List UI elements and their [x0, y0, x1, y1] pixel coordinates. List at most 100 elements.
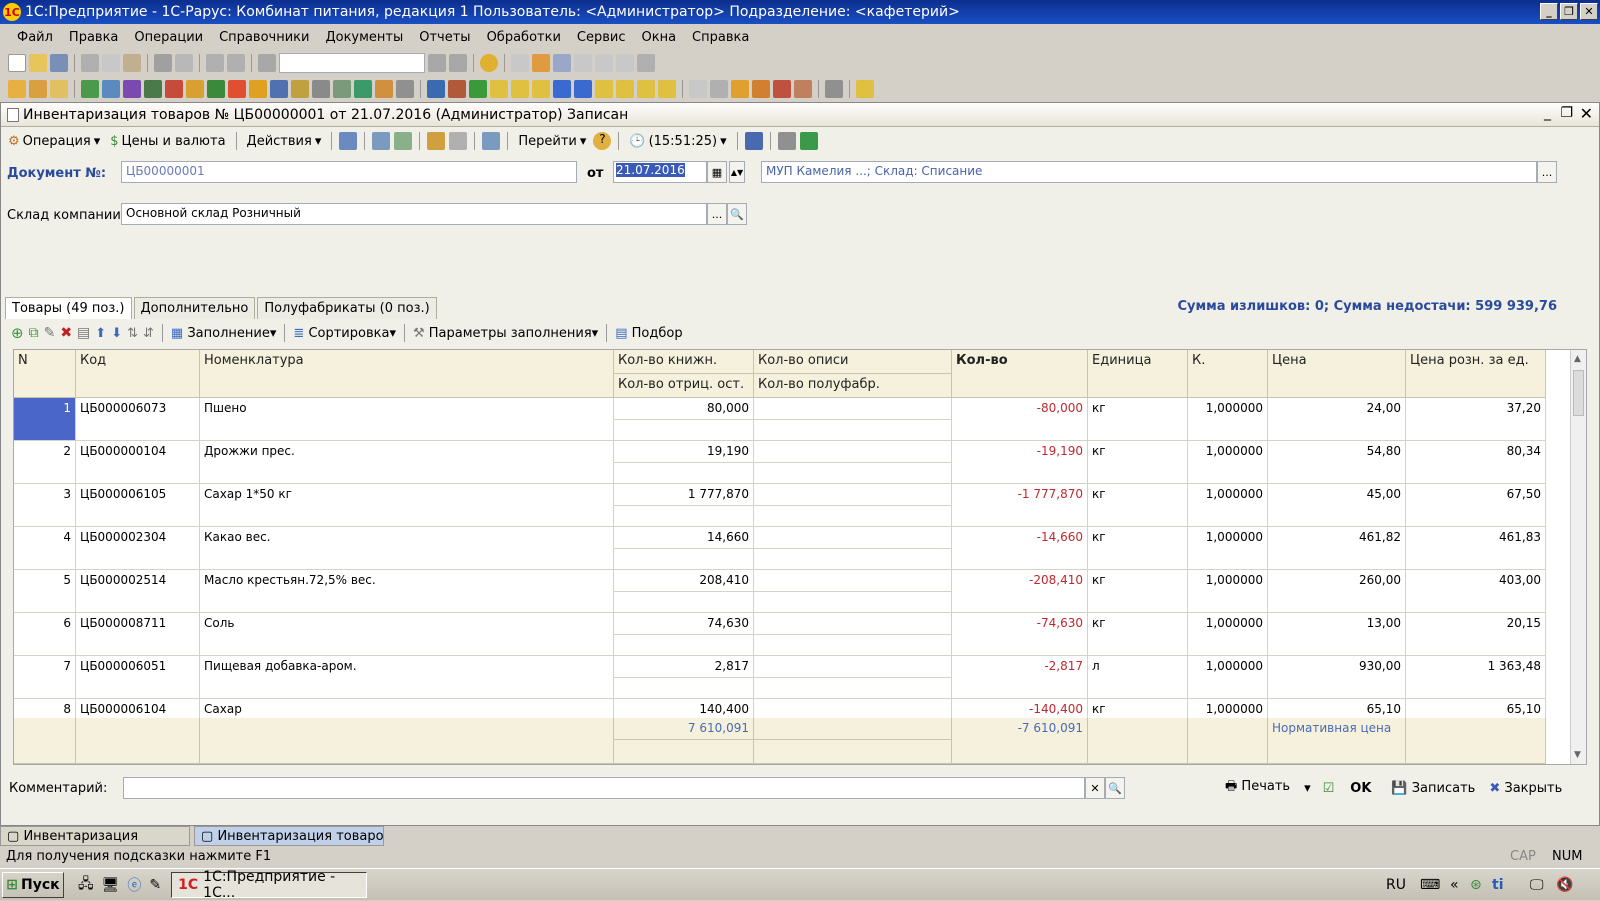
cell-price[interactable]: 54,80 — [1268, 441, 1406, 484]
cell-qty-book[interactable]: 74,630 — [614, 613, 754, 635]
move-down-icon[interactable]: ⬇ — [111, 326, 122, 341]
report-icon[interactable] — [396, 80, 414, 98]
window-tab-inventory-list[interactable]: ▢ Инвентаризация — [0, 826, 190, 846]
restore-button[interactable]: ❐ — [1560, 3, 1578, 20]
cell-n[interactable]: 4 — [14, 527, 76, 570]
cell-code[interactable]: ЦБ000002304 — [76, 527, 200, 570]
cell-retail[interactable]: 80,34 — [1406, 441, 1546, 484]
cell-k[interactable]: 1,000000 — [1188, 441, 1268, 484]
bank-icon[interactable] — [532, 80, 550, 98]
edit-icon[interactable] — [427, 132, 446, 150]
fill-menu-button[interactable]: ▦ Заполнение▾ — [171, 326, 276, 341]
cell-qty-inv[interactable] — [754, 441, 952, 463]
warehouse-field[interactable]: Основной склад Розничный — [121, 203, 707, 225]
find-prev-icon[interactable] — [449, 54, 467, 72]
waybill-out-icon[interactable] — [637, 80, 655, 98]
writeoff-icon[interactable] — [375, 80, 393, 98]
info-icon[interactable] — [480, 54, 498, 72]
time-button[interactable]: 🕒 (15:51:25) ▾ — [626, 134, 729, 149]
service-icon[interactable] — [825, 80, 843, 98]
pko-icon[interactable] — [490, 80, 508, 98]
payments-icon[interactable] — [469, 80, 487, 98]
print-button[interactable]: 🖶 Печать — [1225, 777, 1290, 799]
cell-name[interactable]: Пшено — [200, 398, 614, 441]
analysis-icon[interactable] — [752, 80, 770, 98]
ok-button[interactable]: OK — [1350, 781, 1371, 796]
cell-n[interactable]: 2 — [14, 441, 76, 484]
cell-qty-semi[interactable] — [754, 592, 952, 613]
memory-mminus-icon[interactable] — [616, 54, 634, 72]
delete-row-icon[interactable]: ✖ — [60, 325, 72, 341]
col-header-code[interactable]: Код — [76, 350, 200, 398]
tray-expand-icon[interactable]: « — [1450, 877, 1459, 893]
tab-goods[interactable]: Товары (49 поз.) — [5, 297, 132, 319]
cell-qty-inv[interactable] — [754, 527, 952, 549]
movements-icon[interactable] — [777, 132, 796, 150]
users-icon[interactable] — [553, 54, 571, 72]
calculator-icon[interactable] — [511, 54, 529, 72]
cell-qty-inv[interactable] — [754, 613, 952, 635]
save-button[interactable]: 💾 Записать — [1391, 781, 1475, 796]
menu-reports[interactable]: Отчеты — [416, 30, 473, 45]
cell-qty-book[interactable]: 80,000 — [614, 398, 754, 420]
col-header-qty-neg[interactable]: Кол-во отриц. ост. — [614, 374, 754, 398]
cell-qty-semi[interactable] — [754, 678, 952, 699]
cell-n[interactable]: 3 — [14, 484, 76, 527]
catalog-icon[interactable] — [29, 80, 47, 98]
money-icon[interactable] — [207, 80, 225, 98]
cell-name[interactable]: Какао вес. — [200, 527, 614, 570]
cell-name[interactable]: Соль — [200, 613, 614, 656]
doc-restore-button[interactable]: ❐ — [1560, 105, 1573, 121]
lock-icon[interactable] — [449, 132, 468, 150]
edit-row-icon[interactable]: ✎ — [44, 325, 56, 341]
cell-qty-neg[interactable] — [614, 506, 754, 527]
journal-icon[interactable] — [8, 80, 26, 98]
actions-menu-button[interactable]: Действия ▾ — [244, 134, 325, 149]
cell-qty-neg[interactable] — [614, 420, 754, 441]
menu-service[interactable]: Сервис — [574, 30, 629, 45]
scroll-down-icon[interactable]: ▼ — [1574, 750, 1581, 760]
sort-menu-button[interactable]: ≣ Сортировка▾ — [293, 326, 396, 341]
scroll-thumb[interactable] — [1573, 370, 1584, 416]
table-scrollbar[interactable]: ▲ ▼ — [1570, 350, 1586, 764]
cut-icon[interactable] — [81, 54, 99, 72]
menu-documents[interactable]: Документы — [322, 30, 406, 45]
scroll-up-icon[interactable]: ▲ — [1574, 354, 1581, 364]
cell-qty-book[interactable]: 208,410 — [614, 570, 754, 592]
memory-m-icon[interactable] — [574, 54, 592, 72]
purchase-icon[interactable] — [249, 80, 267, 98]
comment-field[interactable] — [123, 777, 1085, 799]
cell-qty-inv[interactable] — [754, 484, 952, 506]
doc-minimize-button[interactable]: _ — [1544, 105, 1551, 121]
tools-icon[interactable] — [637, 54, 655, 72]
redo-icon[interactable] — [227, 54, 245, 72]
cell-qty-semi[interactable] — [754, 635, 952, 656]
cell-price[interactable]: 45,00 — [1268, 484, 1406, 527]
cell-n[interactable]: 7 — [14, 656, 76, 699]
taskbar-app-item[interactable]: 1C 1С:Предприятие - 1С... — [171, 869, 368, 901]
col-header-qty-book[interactable]: Кол-во книжн. — [614, 350, 754, 374]
cell-k[interactable]: 1,000000 — [1188, 398, 1268, 441]
menu-processing[interactable]: Обработки — [484, 30, 564, 45]
col-header-qty-inv[interactable]: Кол-во описи — [754, 350, 952, 374]
paste-icon[interactable] — [123, 54, 141, 72]
tray-app-icon[interactable]: ti — [1492, 877, 1504, 893]
language-indicator[interactable]: RU — [1386, 877, 1406, 893]
save-icon[interactable] — [50, 54, 68, 72]
based-on-icon[interactable] — [482, 132, 501, 150]
cell-price[interactable]: 930,00 — [1268, 656, 1406, 699]
undo-icon[interactable] — [206, 54, 224, 72]
waybill-in-icon[interactable] — [658, 80, 676, 98]
col-header-unit[interactable]: Единица — [1088, 350, 1188, 398]
cell-qty[interactable]: -14,660 — [952, 527, 1088, 570]
chart-icon[interactable] — [427, 80, 445, 98]
tray-network-icon[interactable]: ⊛ — [1470, 877, 1482, 893]
preview-icon[interactable] — [175, 54, 193, 72]
cell-code[interactable]: ЦБ000000104 — [76, 441, 200, 484]
cell-unit[interactable]: кг — [1088, 398, 1188, 441]
comment-search-button[interactable]: 🔍 — [1105, 777, 1125, 799]
cell-qty-semi[interactable] — [754, 549, 952, 570]
memory-mplus-icon[interactable] — [595, 54, 613, 72]
doc-date-field[interactable]: 21.07.2016 — [613, 161, 707, 183]
close-doc-button[interactable]: ✖ Закрыть — [1489, 781, 1562, 796]
